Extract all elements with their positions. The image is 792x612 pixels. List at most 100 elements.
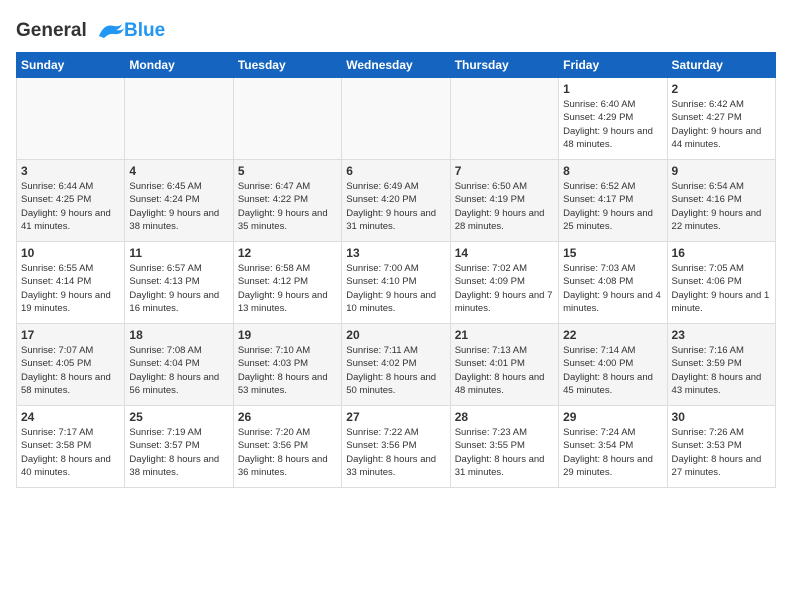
- sunrise-text: Sunrise: 7:19 AM: [129, 427, 201, 438]
- col-friday: Friday: [559, 53, 667, 78]
- daylight-text: Daylight: 9 hours and 38 minutes.: [129, 208, 219, 232]
- calendar-week-row: 17 Sunrise: 7:07 AMSunset: 4:05 PMDayligh…: [17, 324, 776, 406]
- sunset-text: Sunset: 3:59 PM: [672, 358, 742, 369]
- day-info: Sunrise: 6:47 AMSunset: 4:22 PMDaylight:…: [238, 180, 337, 233]
- calendar-week-row: 24 Sunrise: 7:17 AM Sunset: 3:58 PM Dayligh…: [17, 406, 776, 488]
- daylight-text: Daylight: 9 hours and 4 minutes.: [563, 290, 661, 314]
- day-info: Sunrise: 6:45 AMSunset: 4:24 PMDaylight:…: [129, 180, 228, 233]
- day-info: Sunrise: 7:20 AMSunset: 3:56 PMDaylight:…: [238, 426, 337, 479]
- day-number: 3: [21, 164, 120, 178]
- day-info: Sunrise: 6:54 AMSunset: 4:16 PMDaylight:…: [672, 180, 771, 233]
- calendar-day-cell: 28Sunrise: 7:23 AMSunset: 3:55 PMDayligh…: [450, 406, 558, 488]
- sunset-text: Sunset: 4:19 PM: [455, 194, 525, 205]
- sunrise-text: Sunrise: 6:45 AM: [129, 181, 201, 192]
- sunset-text: Sunset: 4:13 PM: [129, 276, 199, 287]
- calendar-day-cell: 16Sunrise: 7:05 AMSunset: 4:06 PMDayligh…: [667, 242, 775, 324]
- sunset-text: Sunset: 3:58 PM: [21, 440, 91, 451]
- day-number: 1: [563, 82, 662, 96]
- daylight-text: Daylight: 8 hours and 38 minutes.: [129, 454, 219, 478]
- day-number: 8: [563, 164, 662, 178]
- daylight-text: Daylight: 8 hours and 50 minutes.: [346, 372, 436, 396]
- sunrise-text: Sunrise: 7:10 AM: [238, 345, 310, 356]
- calendar-day-cell: [342, 78, 450, 160]
- day-info: Sunrise: 6:50 AMSunset: 4:19 PMDaylight:…: [455, 180, 554, 233]
- day-number: 9: [672, 164, 771, 178]
- header: General Blue: [16, 16, 776, 42]
- daylight-text: Daylight: 8 hours and 29 minutes.: [563, 454, 653, 478]
- daylight-text: Daylight: 9 hours and 28 minutes.: [455, 208, 545, 232]
- daylight-text: Daylight: 9 hours and 19 minutes.: [21, 290, 111, 314]
- day-info: Sunrise: 6:57 AMSunset: 4:13 PMDaylight:…: [129, 262, 228, 315]
- col-saturday: Saturday: [667, 53, 775, 78]
- sunrise-text: Sunrise: 7:11 AM: [346, 345, 418, 356]
- day-number: 17: [21, 328, 120, 342]
- calendar-day-cell: 21Sunrise: 7:13 AMSunset: 4:01 PMDayligh…: [450, 324, 558, 406]
- daylight-text: Daylight: 8 hours and 48 minutes.: [455, 372, 545, 396]
- daylight-text: Daylight: 8 hours and 56 minutes.: [129, 372, 219, 396]
- day-info: Sunrise: 7:10 AMSunset: 4:03 PMDaylight:…: [238, 344, 337, 397]
- calendar-day-cell: 8 Sunrise: 6:52 AMSunset: 4:17 PMDaylight…: [559, 160, 667, 242]
- day-number: 12: [238, 246, 337, 260]
- calendar-header-row: Sunday Monday Tuesday Wednesday Thursday…: [17, 53, 776, 78]
- calendar-week-row: 10Sunrise: 6:55 AMSunset: 4:14 PMDayligh…: [17, 242, 776, 324]
- sunset-text: Sunset: 4:02 PM: [346, 358, 416, 369]
- sunrise-text: Sunrise: 6:40 AM: [563, 99, 635, 110]
- calendar-day-cell: 26Sunrise: 7:20 AMSunset: 3:56 PMDayligh…: [233, 406, 341, 488]
- sunset-text: Sunset: 3:53 PM: [672, 440, 742, 451]
- calendar-day-cell: 25 Sunrise: 7:19 AM Sunset: 3:57 PM Dayligh…: [125, 406, 233, 488]
- col-sunday: Sunday: [17, 53, 125, 78]
- daylight-text: Daylight: 9 hours and 10 minutes.: [346, 290, 436, 314]
- day-info: Sunrise: 6:44 AMSunset: 4:25 PMDaylight:…: [21, 180, 120, 233]
- sunset-text: Sunset: 4:03 PM: [238, 358, 308, 369]
- calendar-day-cell: 11 Sunrise: 6:57 AMSunset: 4:13 PMDayligh…: [125, 242, 233, 324]
- day-number: 27: [346, 410, 445, 424]
- calendar-day-cell: 24Sunrise: 7:17 AMSunset: 3:58 PMDayligh…: [17, 406, 125, 488]
- day-number: 30: [672, 410, 771, 424]
- calendar-day-cell: 5Sunrise: 6:47 AMSunset: 4:22 PMDaylight…: [233, 160, 341, 242]
- day-number: 11: [129, 246, 228, 260]
- sunrise-text: Sunrise: 6:44 AM: [21, 181, 93, 192]
- calendar-day-cell: 18Sunrise: 7:08 AMSunset: 4:04 PMDayligh…: [125, 324, 233, 406]
- day-info: Sunrise: 7:00 AMSunset: 4:10 PMDaylight:…: [346, 262, 445, 315]
- day-number: 20: [346, 328, 445, 342]
- day-number: 7: [455, 164, 554, 178]
- sunset-text: Sunset: 3:56 PM: [238, 440, 308, 451]
- day-info: Sunrise: 7:13 AMSunset: 4:01 PMDaylight:…: [455, 344, 554, 397]
- sunrise-text: Sunrise: 7:07 AM: [21, 345, 93, 356]
- daylight-text: Daylight: 9 hours and 44 minutes.: [672, 126, 762, 150]
- day-number: 2: [672, 82, 771, 96]
- day-info: Sunrise: 6:40 AMSunset: 4:29 PMDaylight:…: [563, 98, 662, 151]
- day-number: 16: [672, 246, 771, 260]
- daylight-text: Daylight: 9 hours and 25 minutes.: [563, 208, 653, 232]
- sunset-text: Sunset: 3:56 PM: [346, 440, 416, 451]
- sunset-text: Sunset: 3:57 PM: [129, 440, 199, 451]
- daylight-text: Daylight: 8 hours and 45 minutes.: [563, 372, 653, 396]
- daylight-text: Daylight: 9 hours and 16 minutes.: [129, 290, 219, 314]
- calendar-day-cell: 22Sunrise: 7:14 AMSunset: 4:00 PMDayligh…: [559, 324, 667, 406]
- day-number: 10: [21, 246, 120, 260]
- calendar-week-row: 3 Sunrise: 6:44 AMSunset: 4:25 PMDaylight…: [17, 160, 776, 242]
- daylight-text: Daylight: 8 hours and 58 minutes.: [21, 372, 111, 396]
- day-number: 24: [21, 410, 120, 424]
- daylight-text: Daylight: 9 hours and 22 minutes.: [672, 208, 762, 232]
- col-monday: Monday: [125, 53, 233, 78]
- day-number: 25: [129, 410, 228, 424]
- sunrise-text: Sunrise: 7:20 AM: [238, 427, 310, 438]
- day-info: Sunrise: 7:07 AMSunset: 4:05 PMDaylight:…: [21, 344, 120, 397]
- day-info: Sunrise: 7:23 AMSunset: 3:55 PMDaylight:…: [455, 426, 554, 479]
- calendar-day-cell: 13Sunrise: 7:00 AMSunset: 4:10 PMDayligh…: [342, 242, 450, 324]
- col-tuesday: Tuesday: [233, 53, 341, 78]
- daylight-text: Daylight: 9 hours and 31 minutes.: [346, 208, 436, 232]
- sunrise-text: Sunrise: 6:47 AM: [238, 181, 310, 192]
- sunrise-text: Sunrise: 7:22 AM: [346, 427, 418, 438]
- sunrise-text: Sunrise: 7:17 AM: [21, 427, 93, 438]
- day-info: Sunrise: 6:52 AMSunset: 4:17 PMDaylight:…: [563, 180, 662, 233]
- calendar-day-cell: 15Sunrise: 7:03 AMSunset: 4:08 PMDayligh…: [559, 242, 667, 324]
- day-number: 19: [238, 328, 337, 342]
- day-info: Sunrise: 6:58 AMSunset: 4:12 PMDaylight:…: [238, 262, 337, 315]
- daylight-text: Daylight: 9 hours and 41 minutes.: [21, 208, 111, 232]
- daylight-text: Daylight: 8 hours and 31 minutes.: [455, 454, 545, 478]
- sunset-text: Sunset: 4:27 PM: [672, 112, 742, 123]
- sunset-text: Sunset: 4:16 PM: [672, 194, 742, 205]
- calendar-container: General Blue Sunday Monday Tuesday Wedne…: [0, 0, 792, 496]
